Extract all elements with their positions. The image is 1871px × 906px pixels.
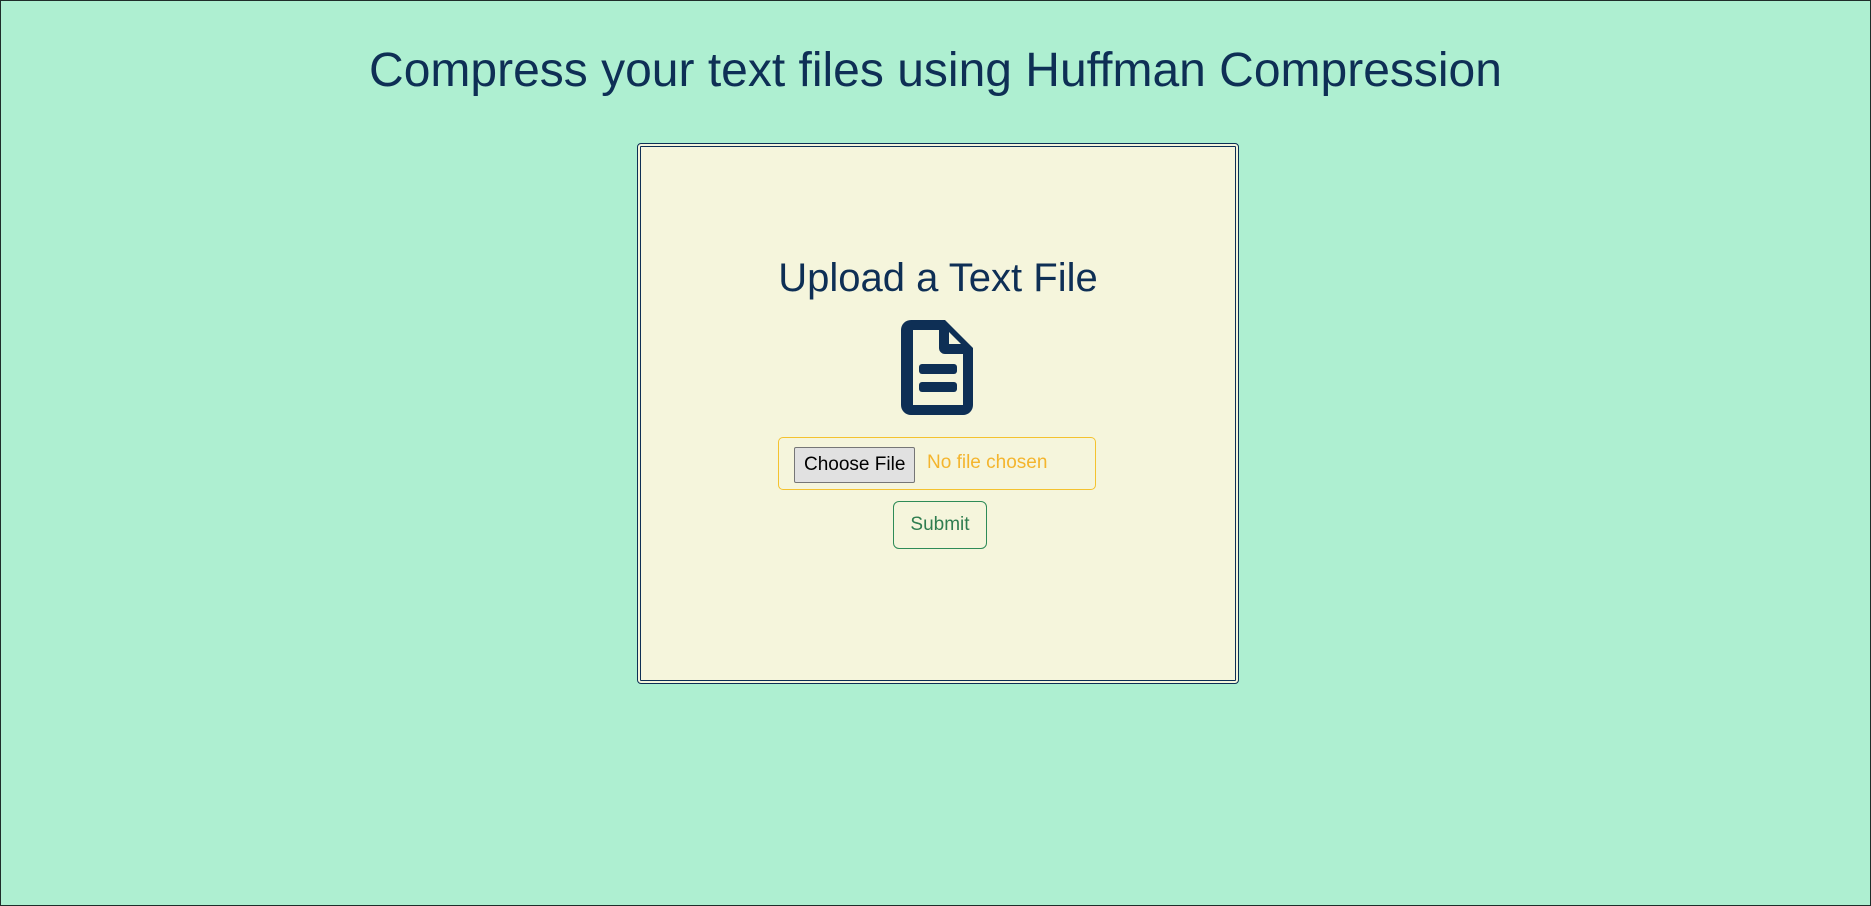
submit-button[interactable]: Submit [893,501,987,549]
page: Compress your text files using Huffman C… [0,0,1871,906]
page-title: Compress your text files using Huffman C… [369,44,1502,97]
file-status-text: No file chosen [927,452,1048,473]
file-input: Choose File No file chosen [778,437,1096,490]
choose-file-button[interactable]: Choose File [794,447,916,483]
file-text-icon [901,320,973,415]
upload-heading: Upload a Text File [778,256,1098,300]
upload-card: Upload a Text File Choose File No file c… [637,143,1239,684]
